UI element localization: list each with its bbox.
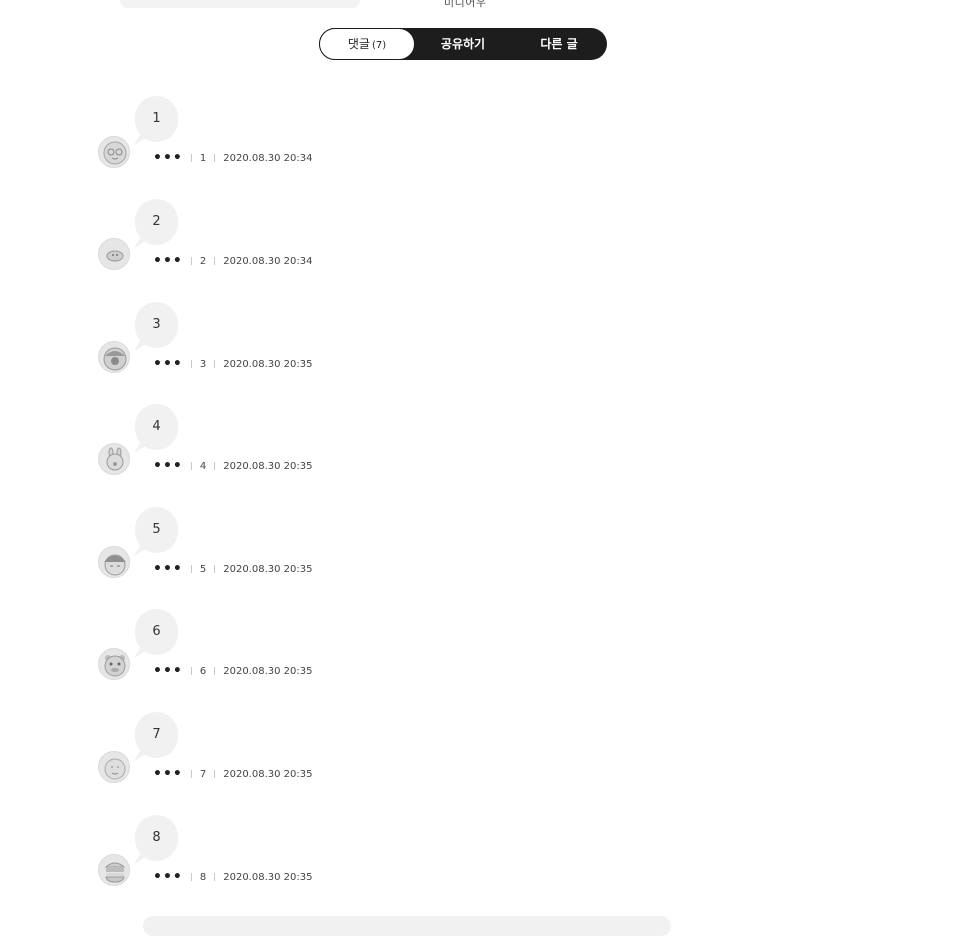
divider — [190, 360, 192, 368]
comment-author[interactable]: 4 — [200, 461, 206, 472]
divider — [214, 770, 216, 778]
character-avatar-icon[interactable] — [98, 238, 130, 270]
more-options-icon[interactable]: ••• — [153, 151, 183, 165]
comment-author[interactable]: 1 — [200, 153, 206, 164]
comment-author[interactable]: 3 — [200, 359, 206, 370]
more-options-icon[interactable]: ••• — [153, 870, 183, 884]
comment-date: 2020.08.30 20:35 — [223, 358, 313, 370]
divider — [214, 360, 216, 368]
divider — [190, 462, 192, 470]
comment-author[interactable]: 7 — [200, 769, 206, 780]
comment-date: 2020.08.30 20:35 — [223, 768, 313, 780]
divider — [190, 257, 192, 265]
comment-meta: ••• 4 2020.08.30 20:35 — [153, 459, 313, 473]
character-avatar-icon[interactable] — [98, 854, 130, 886]
comment-meta: ••• 6 2020.08.30 20:35 — [153, 664, 313, 678]
divider — [190, 770, 192, 778]
comment-date: 2020.08.30 20:35 — [223, 563, 313, 575]
comment-item: 5 ••• 5 2020.08.30 20:35 — [98, 507, 498, 587]
character-avatar-icon[interactable] — [98, 136, 130, 168]
divider — [214, 257, 216, 265]
comment-input-area[interactable] — [143, 916, 671, 936]
comment-item: 1 ••• 1 2020.08.30 20:34 — [98, 96, 498, 176]
character-avatar-icon[interactable] — [98, 546, 130, 578]
divider — [190, 667, 192, 675]
more-options-icon[interactable]: ••• — [153, 459, 183, 473]
comment-date: 2020.08.30 20:35 — [223, 871, 313, 883]
comment-meta: ••• 1 2020.08.30 20:34 — [153, 151, 313, 165]
character-avatar-icon[interactable] — [98, 751, 130, 783]
comment-author[interactable]: 8 — [200, 872, 206, 883]
comment-item: 6 ••• 6 2020.08.30 20:35 — [98, 609, 498, 689]
comment-date: 2020.08.30 20:35 — [223, 460, 313, 472]
character-avatar-icon[interactable] — [98, 443, 130, 475]
comment-author[interactable]: 2 — [200, 256, 206, 267]
character-avatar-icon[interactable] — [98, 648, 130, 680]
more-options-icon[interactable]: ••• — [153, 767, 183, 781]
comment-date: 2020.08.30 20:35 — [223, 665, 313, 677]
comment-meta: ••• 3 2020.08.30 20:35 — [153, 357, 313, 371]
previous-content-bar — [120, 0, 360, 8]
comment-author[interactable]: 6 — [200, 666, 206, 677]
divider — [214, 873, 216, 881]
more-options-icon[interactable]: ••• — [153, 664, 183, 678]
divider — [214, 154, 216, 162]
divider — [190, 873, 192, 881]
divider — [190, 565, 192, 573]
comment-meta: ••• 7 2020.08.30 20:35 — [153, 767, 313, 781]
previous-content-text: 미디어우 — [444, 0, 487, 9]
divider — [214, 667, 216, 675]
tab-share[interactable]: 공유하기 — [415, 28, 511, 60]
comment-item: 7 ••• 7 2020.08.30 20:35 — [98, 712, 498, 792]
divider — [214, 462, 216, 470]
comment-item: 8 ••• 8 2020.08.30 20:35 — [98, 815, 498, 895]
comment-item: 2 ••• 2 2020.08.30 20:34 — [98, 199, 498, 279]
character-avatar-icon[interactable] — [98, 341, 130, 373]
tab-comments-label: 댓글 — [347, 37, 370, 51]
tab-comments[interactable]: 댓글 (7) — [319, 28, 415, 60]
comment-date: 2020.08.30 20:34 — [223, 152, 313, 164]
comment-count: (7) — [371, 40, 387, 51]
more-options-icon[interactable]: ••• — [153, 254, 183, 268]
tab-other-posts[interactable]: 다른 글 — [511, 28, 607, 60]
comment-date: 2020.08.30 20:34 — [223, 255, 313, 267]
comment-meta: ••• 5 2020.08.30 20:35 — [153, 562, 313, 576]
comment-meta: ••• 8 2020.08.30 20:35 — [153, 870, 313, 884]
post-action-tabs: 공유하기 다른 글 댓글 (7) — [319, 28, 607, 60]
more-options-icon[interactable]: ••• — [153, 357, 183, 371]
more-options-icon[interactable]: ••• — [153, 562, 183, 576]
comment-item: 3 ••• 3 2020.08.30 20:35 — [98, 302, 498, 382]
comment-meta: ••• 2 2020.08.30 20:34 — [153, 254, 313, 268]
divider — [190, 154, 192, 162]
comment-author[interactable]: 5 — [200, 564, 206, 575]
divider — [214, 565, 216, 573]
comment-item: 4 ••• 4 2020.08.30 20:35 — [98, 404, 498, 484]
